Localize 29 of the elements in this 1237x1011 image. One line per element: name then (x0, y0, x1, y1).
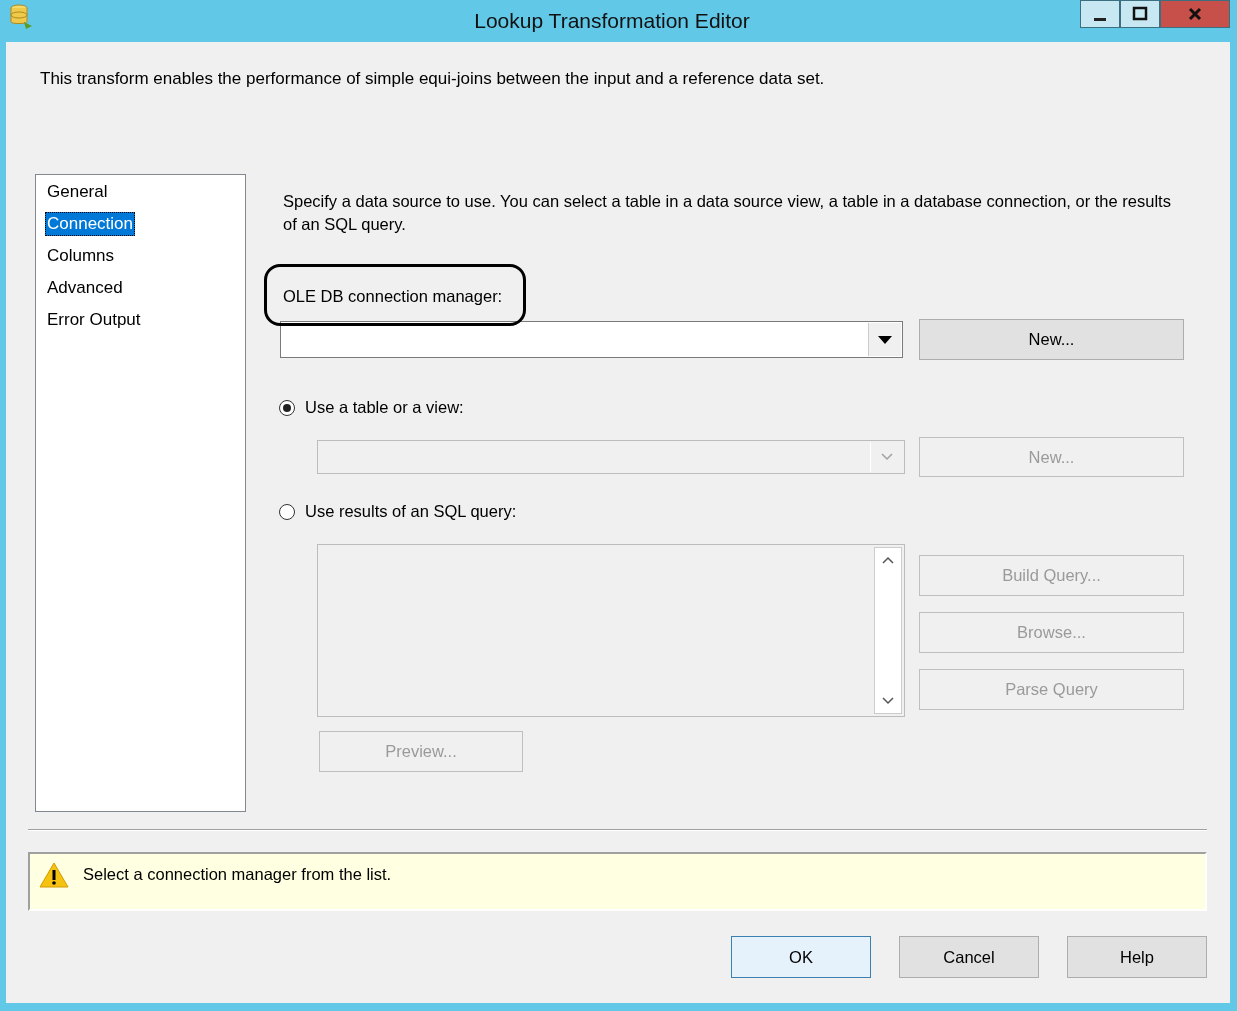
page-list-item[interactable]: Error Output (45, 308, 143, 332)
help-button[interactable]: Help (1067, 936, 1207, 978)
new-button[interactable]: New... (919, 319, 1184, 360)
database-icon (8, 2, 34, 30)
radio-label[interactable]: Use a table or a view: (305, 398, 464, 417)
maximize-icon (1132, 6, 1148, 22)
minimize-icon (1094, 17, 1106, 21)
chevron-down-icon (880, 452, 894, 462)
close-icon (1187, 6, 1203, 22)
radio-label[interactable]: Use results of an SQL query: (305, 502, 517, 521)
page-list-item[interactable]: General (45, 180, 110, 204)
warning-icon (39, 862, 69, 888)
page-list-item[interactable]: Connection (45, 212, 135, 236)
dropdown-field[interactable] (280, 321, 903, 358)
field-label: OLE DB connection manager: (283, 286, 503, 307)
window-title: Lookup Transformation Editor (473, 9, 751, 33)
minimize-button[interactable] (1080, 0, 1120, 28)
instructions-text: Specify a data source to use. You can select a table in a data source view, a table in a database connection, or the results of an SQL query. (283, 191, 1172, 235)
page-list-item[interactable]: Advanced (45, 276, 125, 300)
cancel-button[interactable]: Cancel (899, 936, 1039, 978)
page-list-item[interactable]: Columns (45, 244, 117, 268)
radio-button[interactable] (279, 399, 295, 416)
radio-button[interactable] (279, 503, 295, 520)
message-text: Select a connection manager from the list. (83, 864, 392, 885)
ok-button[interactable]: OK (731, 936, 871, 978)
close-button[interactable] (1160, 0, 1230, 28)
dropdown-arrow-icon (877, 334, 893, 345)
description-text: This transform enables the performance of simple equi-joins between the input and a reference data set. (39, 68, 826, 89)
maximize-button[interactable] (1120, 0, 1160, 28)
